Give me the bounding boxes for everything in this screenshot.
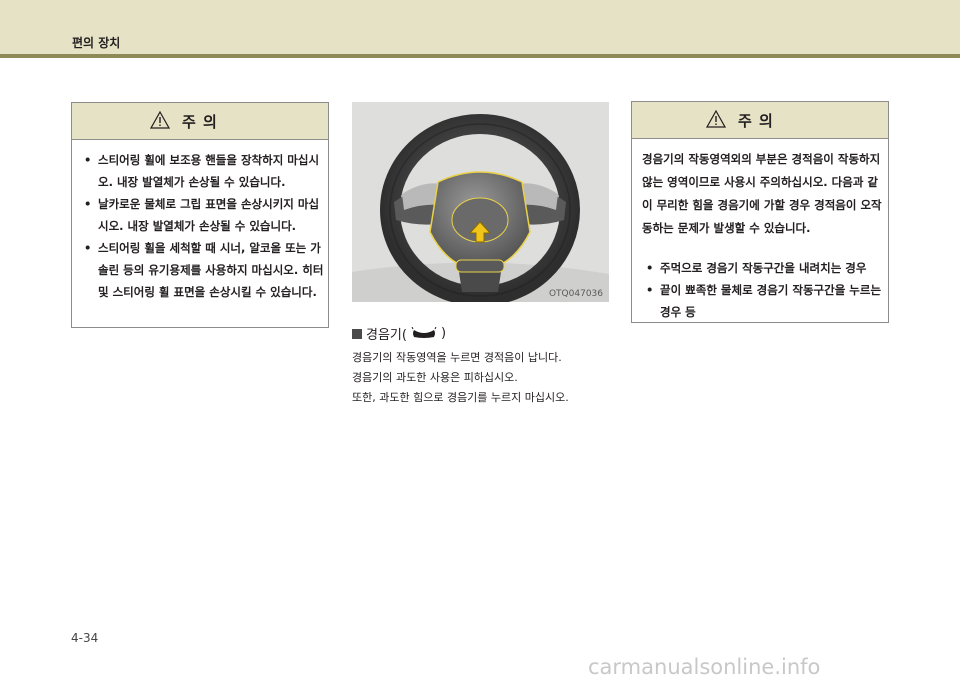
caution-bullet: 끝이 뾰족한 물체로 경음기 작동구간을 누르는 경우 등 [646, 279, 882, 323]
horn-icon [411, 326, 437, 338]
page-number: 4-34 [71, 631, 99, 645]
section-body: 경음기의 작동영역을 누르면 경적음이 납니다. 경음기의 과도한 사용은 피하… [352, 348, 617, 408]
caution-bullet: 주먹으로 경음기 작동구간을 내려치는 경우 [646, 257, 882, 279]
body-line: 또한, 과도한 힘으로 경음기를 누르지 마십시오. [352, 391, 569, 404]
caution-title: 주 의 [182, 113, 218, 131]
figure-code: OTQ047036 [548, 289, 603, 299]
section-title-suffix: ) [440, 326, 447, 341]
page-header-title: 편의 장치 [72, 36, 121, 50]
caution-bullet: 스티어링 휠에 보조용 핸들을 장착하지 마십시오. 내장 발열체가 손상될 수… [84, 149, 324, 193]
header-rule [0, 54, 960, 58]
header-band [0, 0, 960, 54]
caution-box-left: 주 의 스티어링 휠에 보조용 핸들을 장착하지 마십시오. 내장 발열체가 손… [71, 102, 329, 328]
body-line: 경음기의 과도한 사용은 피하십시오. [352, 371, 518, 384]
caution-bullet: 날카로운 물체로 그립 표면을 손상시키지 마십시오. 내장 발열체가 손상될 … [84, 193, 324, 237]
caution-bullet-list: 스티어링 휠에 보조용 핸들을 장착하지 마십시오. 내장 발열체가 손상될 수… [84, 149, 324, 303]
caution-bullet: 스티어링 휠을 세척할 때 시너, 알코올 또는 가솔린 등의 유기용제를 사용… [84, 237, 324, 303]
caution-box-right: 주 의 경음기의 작동영역외의 부분은 경적음이 작동하지 않는 영역이므로 사… [631, 101, 889, 323]
caution-header: 주 의 [72, 103, 328, 140]
section-title: 경음기( ) [352, 324, 446, 343]
caution-bullet-list: 주먹으로 경음기 작동구간을 내려치는 경우 끝이 뾰족한 물체로 경음기 작동… [646, 257, 882, 323]
warning-triangle-icon [150, 111, 170, 129]
caution-paragraph: 경음기의 작동영역외의 부분은 경적음이 작동하지 않는 영역이므로 사용시 주… [642, 152, 882, 235]
steering-wheel-illustration [352, 102, 609, 302]
body-line: 경음기의 작동영역을 누르면 경적음이 납니다. [352, 351, 562, 364]
section-title-prefix: 경음기( [366, 328, 407, 343]
caution-title: 주 의 [738, 112, 774, 130]
steering-wheel-figure: OTQ047036 [352, 102, 609, 302]
section-bullet-square [352, 328, 362, 339]
warning-triangle-icon [706, 110, 726, 128]
watermark: carmanualsonline.info [588, 655, 821, 679]
caution-header: 주 의 [632, 102, 888, 139]
